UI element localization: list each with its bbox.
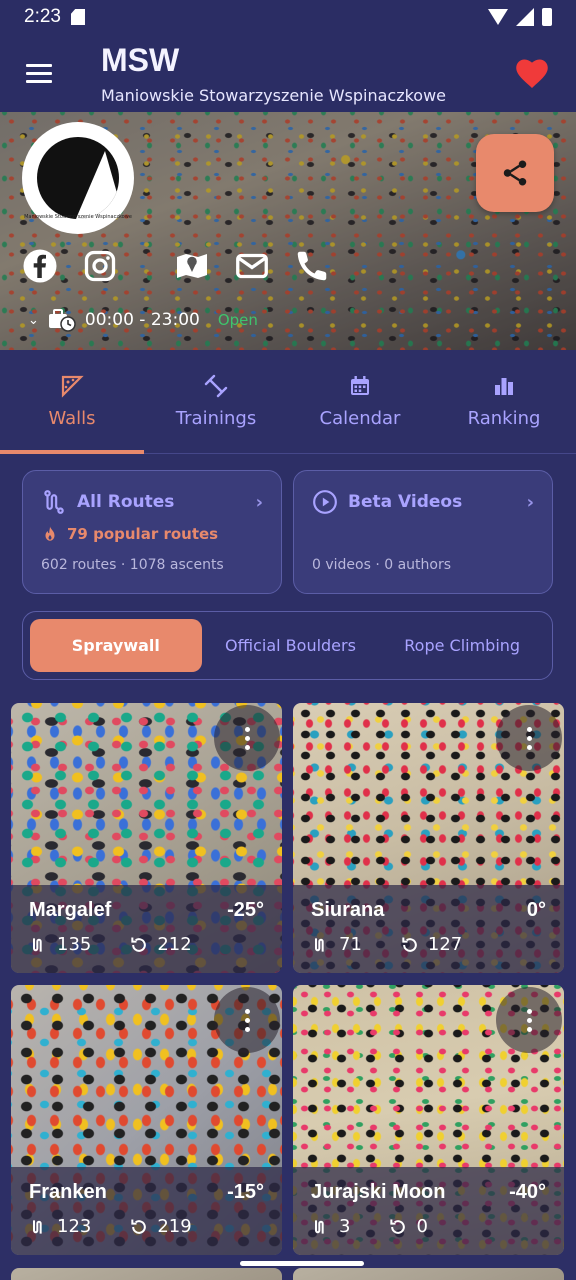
routes-icon	[315, 937, 324, 952]
wall-angle: -25°	[227, 899, 264, 921]
logo-caption: Maniowskie Stowarzyszenie Wspinaczkowe	[24, 214, 132, 220]
play-circle-icon	[313, 490, 337, 514]
wall-name: Franken	[29, 1181, 107, 1203]
tab-label: Ranking	[467, 408, 541, 429]
tab-trainings[interactable]: Trainings	[144, 350, 288, 453]
wifi-icon	[488, 9, 508, 25]
tab-calendar[interactable]: Calendar	[288, 350, 432, 453]
popular-routes-count: 79 popular routes	[67, 525, 219, 543]
wall-name: Margalef	[29, 899, 112, 921]
wall-angle: -15°	[227, 1181, 264, 1203]
page-subtitle: Maniowskie Stowarzyszenie Wspinaczkowe	[101, 86, 447, 105]
route-count: 3	[339, 1216, 351, 1237]
email-icon[interactable]	[234, 248, 270, 284]
opening-hours: ⌄ 00:00 - 23:00 Open	[28, 308, 258, 332]
chevron-down-icon[interactable]: ⌄	[28, 313, 39, 328]
wall-card-margalef[interactable]: Margalef -25° 135 212	[11, 703, 282, 973]
tab-walls[interactable]: Walls	[0, 350, 144, 454]
sd-card-icon	[70, 9, 85, 25]
tab-label: Calendar	[319, 408, 401, 429]
hero-banner: Maniowskie Stowarzyszenie Wspinaczkowe ⌄…	[0, 112, 576, 350]
battery-icon	[542, 8, 552, 26]
status-bar: 2:23	[0, 0, 576, 34]
segment-rope-climbing[interactable]: Rope Climbing	[379, 619, 545, 672]
videos-meta: 0 videos · 0 authors	[312, 557, 452, 573]
map-icon[interactable]	[174, 248, 210, 284]
phone-icon[interactable]	[294, 248, 330, 284]
ascent-count: 219	[157, 1216, 192, 1237]
ascents-icon	[131, 1219, 147, 1234]
wall-type-segmented-control: Spraywall Official Boulders Rope Climbin…	[22, 611, 553, 680]
routes-icon	[315, 1219, 324, 1234]
wall-angle: 0°	[526, 899, 546, 921]
ascents-icon	[390, 1219, 406, 1234]
wall-name: Siurana	[311, 899, 385, 921]
ascents-icon	[131, 937, 147, 952]
more-options-icon[interactable]	[496, 705, 562, 771]
main-tabs: Walls Trainings Calendar Ranking	[0, 350, 576, 454]
wall-angle: -40°	[509, 1181, 546, 1203]
share-button[interactable]	[476, 134, 554, 212]
more-options-icon[interactable]	[496, 987, 562, 1053]
page-title: MSW	[101, 42, 180, 78]
routes-icon	[44, 490, 64, 514]
segment-spraywall[interactable]: Spraywall	[30, 619, 202, 672]
route-count: 123	[57, 1216, 92, 1237]
heart-icon[interactable]	[514, 56, 550, 90]
schedule-icon	[48, 309, 76, 332]
status-icons	[488, 8, 552, 26]
chevron-right-icon: ›	[526, 491, 534, 513]
app-bar: MSW Maniowskie Stowarzyszenie Wspinaczko…	[0, 34, 576, 112]
wall-card-peek[interactable]	[11, 1268, 282, 1280]
route-count: 135	[57, 934, 92, 955]
beta-videos-card[interactable]: Beta Videos › 0 videos · 0 authors	[293, 470, 553, 594]
open-status-badge: Open	[217, 311, 258, 329]
tab-label: Trainings	[175, 408, 257, 429]
all-routes-title: All Routes	[77, 492, 175, 512]
contact-links	[22, 248, 330, 284]
status-time: 2:23	[24, 6, 61, 27]
calendar-icon	[351, 376, 369, 395]
chevron-right-icon: ›	[255, 491, 263, 513]
bar-chart-icon	[495, 378, 513, 395]
wall-card-peek[interactable]	[293, 1268, 564, 1280]
hours-text: 00:00 - 23:00	[84, 310, 200, 330]
wall-name: Jurajski Moon	[311, 1181, 446, 1203]
ascent-count: 212	[157, 934, 192, 955]
ascent-count: 127	[427, 934, 463, 955]
more-options-icon[interactable]	[214, 705, 280, 771]
beta-videos-title: Beta Videos	[348, 492, 463, 512]
dumbbell-icon	[204, 374, 228, 398]
tab-label: Walls	[48, 408, 96, 429]
tab-ranking[interactable]: Ranking	[432, 350, 576, 453]
home-indicator[interactable]	[240, 1261, 364, 1266]
menu-icon[interactable]	[26, 64, 52, 84]
wall-card-franken[interactable]: Franken -15° 123 219	[11, 985, 282, 1255]
climber-logo-icon	[37, 137, 119, 219]
wall-card-jurajski-moon[interactable]: Jurajski Moon -40° 3 0	[293, 985, 564, 1255]
ascent-count: 0	[416, 1216, 428, 1237]
routes-icon	[33, 1219, 42, 1234]
share-icon	[503, 160, 527, 186]
routes-icon	[33, 937, 42, 952]
club-logo: Maniowskie Stowarzyszenie Wspinaczkowe	[22, 122, 134, 234]
cell-signal-icon	[516, 8, 534, 26]
ascents-icon	[402, 937, 417, 952]
walls-icon	[61, 375, 84, 398]
route-count: 71	[339, 934, 362, 955]
facebook-icon[interactable]	[22, 248, 58, 284]
all-routes-card[interactable]: All Routes › 79 popular routes 602 route…	[22, 470, 282, 594]
instagram-icon[interactable]	[82, 248, 118, 284]
segment-official-boulders[interactable]: Official Boulders	[208, 619, 374, 672]
wall-card-siurana[interactable]: Siurana 0° 71 127	[293, 703, 564, 973]
fire-icon	[45, 526, 55, 541]
more-options-icon[interactable]	[214, 987, 280, 1053]
routes-meta: 602 routes · 1078 ascents	[41, 557, 224, 573]
